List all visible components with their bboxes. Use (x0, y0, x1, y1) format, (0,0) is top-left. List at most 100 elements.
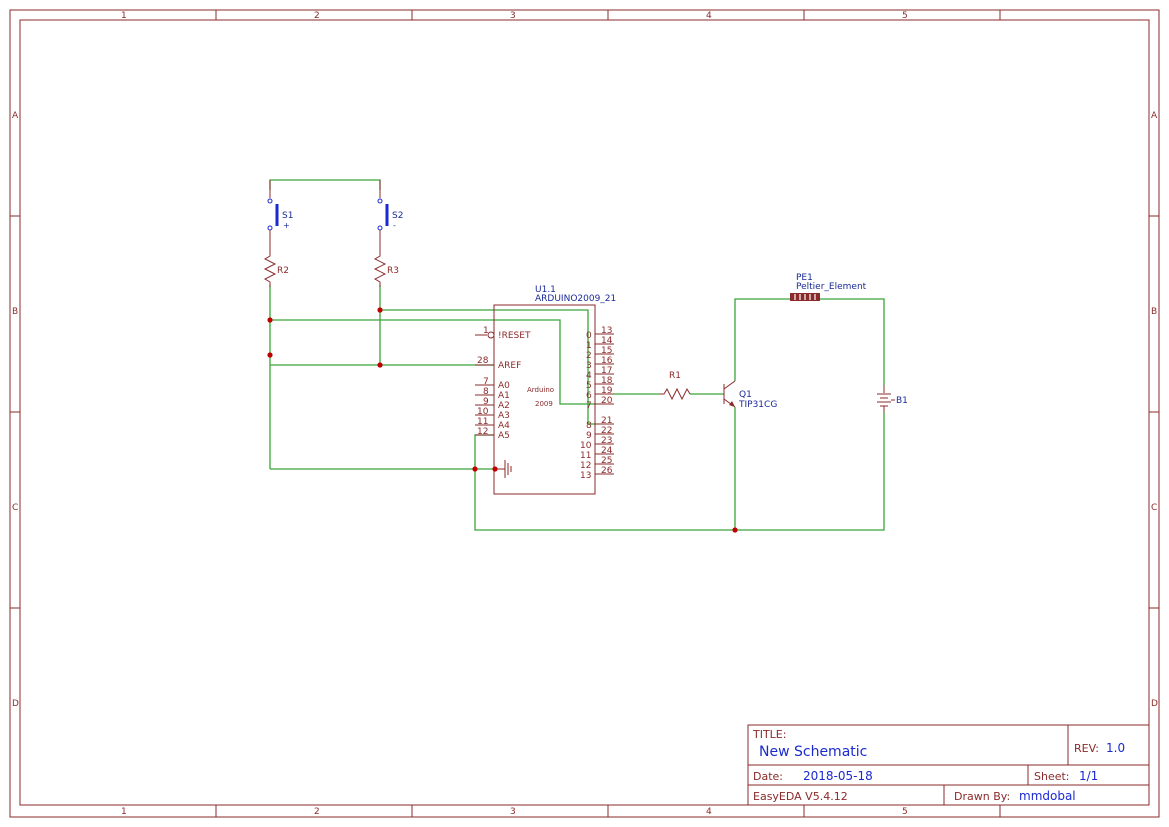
u1-body-text: Arduino (527, 386, 554, 394)
u1-pin-num: 24 (601, 446, 613, 456)
s2-polarity: - (393, 221, 396, 230)
q1-value: TIP31CG (738, 400, 777, 410)
col-label-bottom: 5 (902, 807, 908, 817)
wires (269, 179, 885, 531)
u1-pin-name: A1 (498, 391, 510, 401)
col-label-top: 3 (510, 11, 516, 21)
u1-pin-num: 19 (601, 386, 613, 396)
title-label: TITLE: (752, 728, 786, 741)
u1-value: ARDUINO2009_21 (535, 294, 616, 304)
transistor-q1: Q1 TIP31CG (723, 380, 777, 410)
u1-pin-name: 13 (580, 471, 591, 481)
switch-s2: S2 - (377, 180, 403, 250)
u1-pin-num: 20 (601, 396, 613, 406)
row-label-left: B (12, 307, 18, 317)
s1-polarity: + (283, 221, 290, 230)
resistor-r1: R1 (660, 371, 691, 401)
title-value: New Schematic (759, 744, 867, 760)
col-label-top: 5 (902, 11, 908, 21)
u1-pin-name: 4 (586, 371, 592, 381)
resistor-r3: R3 (373, 250, 399, 287)
row-label-right: B (1151, 307, 1157, 317)
u1-pin-num: 7 (483, 377, 489, 387)
u1-pin-num: 14 (601, 336, 613, 346)
u1-pin-name: A3 (498, 411, 510, 421)
tool-version: EasyEDA V5.4.12 (753, 790, 848, 803)
u1-pin-num: 18 (601, 376, 613, 386)
col-label-bottom: 4 (706, 807, 712, 817)
column-ticks (10, 10, 1159, 817)
u1-pin-num: 13 (601, 326, 612, 336)
u1-pin-name: A2 (498, 401, 510, 411)
sheet-value: 1/1 (1079, 769, 1098, 783)
u1-pin-num: 22 (601, 426, 612, 436)
u1-body-text: 2009 (535, 400, 553, 408)
u1-pin-num: 26 (601, 466, 613, 476)
pe1-value: Peltier_Element (796, 282, 867, 292)
r2-ref: R2 (277, 266, 289, 276)
col-label-top: 1 (121, 11, 127, 21)
s2-ref: S2 (392, 211, 403, 221)
row-label-right: C (1151, 503, 1157, 513)
col-label-bottom: 1 (121, 807, 127, 817)
u1-pin-name: 10 (580, 441, 592, 451)
s1-ref: S1 (282, 211, 293, 221)
col-label-bottom: 2 (314, 807, 320, 817)
row-label-left: D (12, 699, 19, 709)
peltier-pe1: PE1 Peltier_Element (790, 273, 867, 301)
col-label-bottom: 3 (510, 807, 516, 817)
u1-pin-num: 11 (477, 417, 488, 427)
u1-pin-name: 6 (586, 391, 592, 401)
schematic-sheet: 1 2 3 4 5 1 2 3 4 5 A B C D A B C D S1 +… (9, 9, 1160, 818)
u1-pin-name: 12 (580, 461, 591, 471)
u1-pin-name: 9 (586, 431, 592, 441)
r3-ref: R3 (387, 266, 399, 276)
u1-pin-num: 9 (483, 397, 489, 407)
r1-ref: R1 (669, 371, 681, 381)
u1-pin-name: 8 (586, 421, 592, 431)
row-label-left: C (12, 503, 18, 513)
u1-pin-name: 5 (586, 381, 592, 391)
row-label-right: D (1151, 699, 1158, 709)
u1-pin-name: !RESET (498, 331, 531, 341)
u1-pin-name: 0 (586, 331, 592, 341)
u1-pin-num: 10 (477, 407, 489, 417)
u1-pin-name: A5 (498, 431, 510, 441)
inner-border (19, 19, 1150, 806)
u1-pin-num: 23 (601, 436, 612, 446)
resistor-r2: R2 (263, 250, 289, 287)
u1-pin-num: 12 (477, 427, 488, 437)
u1-pin-name: A4 (498, 421, 510, 431)
date-label: Date: (753, 770, 783, 783)
col-label-top: 2 (314, 11, 320, 21)
u1-pin-num: 17 (601, 366, 612, 376)
sheet-label: Sheet: (1034, 770, 1070, 783)
arduino-u1: U1.1 ARDUINO2009_21 Arduino 2009 1 !RESE… (475, 285, 616, 495)
switch-s1: S1 + (267, 180, 293, 250)
q1-ref: Q1 (739, 390, 752, 400)
drawn-by-label: Drawn By: (954, 790, 1010, 803)
u1-pin-num: 25 (601, 456, 612, 466)
date-value: 2018-05-18 (803, 769, 873, 783)
u1-pin-name: AREF (498, 361, 521, 371)
b1-ref: B1 (896, 396, 908, 406)
u1-pin-num: 16 (601, 356, 613, 366)
u1-pin-name: 1 (586, 341, 592, 351)
u1-pin-name: 3 (586, 361, 592, 371)
row-label-left: A (12, 111, 19, 121)
u1-pin-num: 21 (601, 416, 612, 426)
u1-pin-name: 2 (586, 351, 592, 361)
u1-pin-num: 1 (483, 326, 489, 336)
u1-pin-name: 7 (586, 401, 592, 411)
u1-pin-name: A0 (498, 381, 510, 391)
rev-value: 1.0 (1106, 741, 1125, 755)
u1-pin-num: 15 (601, 346, 612, 356)
row-label-right: A (1151, 111, 1158, 121)
u1-pin-num: 28 (477, 356, 489, 366)
rev-label: REV: (1074, 742, 1099, 755)
u1-pin-num: 8 (483, 387, 489, 397)
battery-b1: B1 (877, 385, 908, 412)
outer-border (9, 9, 1160, 818)
drawn-by-value: mmdobal (1019, 789, 1076, 803)
u1-pin-name: 11 (580, 451, 591, 461)
